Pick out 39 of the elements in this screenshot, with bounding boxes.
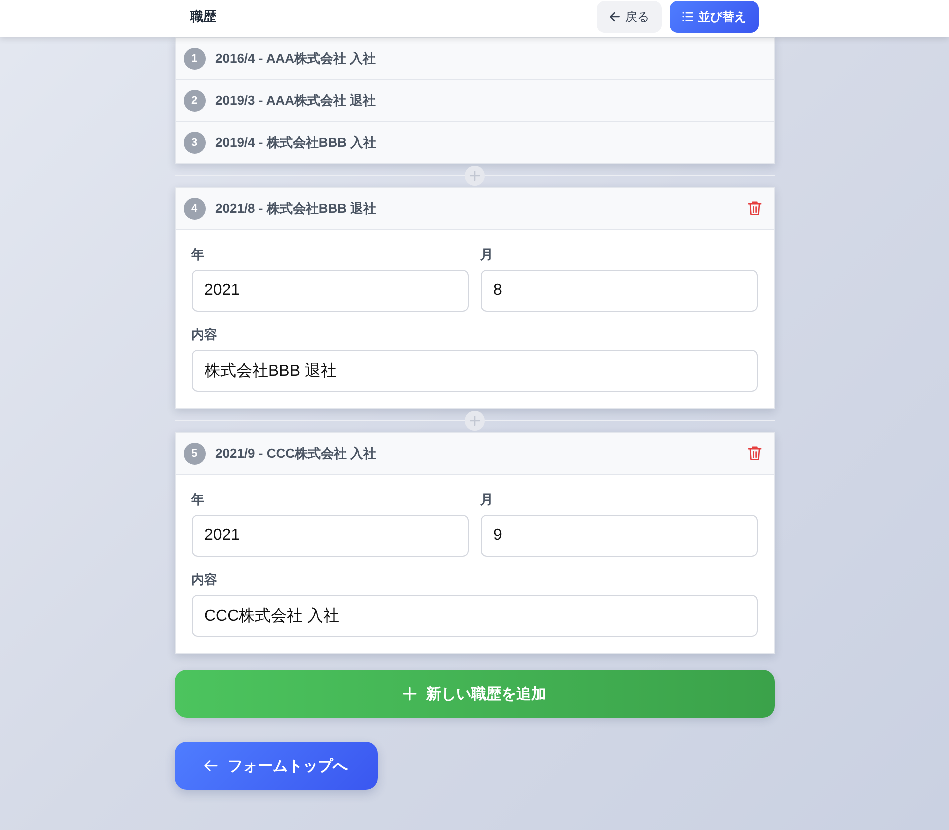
plus-icon xyxy=(402,687,416,701)
arrow-left-icon xyxy=(608,11,620,23)
field-label: 月 xyxy=(480,246,494,264)
form-top-button[interactable]: フォームトップへ xyxy=(174,742,378,790)
entry-header[interactable]: 3 2019/4 - 株式会社BBB 入社 xyxy=(176,122,774,163)
sort-button[interactable]: 並び替え xyxy=(670,1,758,33)
entry-header[interactable]: 1 2016/4 - AAA株式会社 入社 xyxy=(176,38,774,80)
field-label: 年 xyxy=(192,246,204,264)
entry-header[interactable]: 5 2021/9 - CCC株式会社 入社 xyxy=(176,433,774,475)
input-field[interactable]: 8 xyxy=(480,270,758,312)
number-badge: 3 xyxy=(184,132,206,154)
plus-icon xyxy=(470,170,480,180)
input-field[interactable]: 株式会社BBB 退社 xyxy=(192,350,758,392)
field-label: 内容 xyxy=(192,571,218,589)
entry-title: 2019/4 - 株式会社BBB 入社 xyxy=(216,134,378,152)
list-icon xyxy=(682,11,694,23)
input-field[interactable]: 9 xyxy=(480,515,758,557)
input-field[interactable]: CCC株式会社 入社 xyxy=(192,595,758,637)
trash-icon[interactable] xyxy=(748,201,762,216)
number-badge: 5 xyxy=(184,442,206,464)
back-button[interactable]: 戻る xyxy=(596,1,662,33)
entry-title: 2016/4 - AAA株式会社 入社 xyxy=(216,50,378,68)
entry-header[interactable]: 4 2021/8 - 株式会社BBB 退社 xyxy=(176,188,774,230)
field-label: 内容 xyxy=(192,326,218,344)
input-field[interactable]: 2021 xyxy=(192,515,468,557)
entry-title: 2021/9 - CCC株式会社 入社 xyxy=(216,444,378,462)
number-badge: 4 xyxy=(184,198,206,220)
field-label: 年 xyxy=(192,491,204,509)
number-badge: 2 xyxy=(184,90,206,112)
number-badge: 1 xyxy=(184,48,206,70)
plus-icon xyxy=(470,416,480,426)
arrow-left-icon xyxy=(204,759,218,773)
page-title: 職歴 xyxy=(190,8,216,26)
input-field[interactable]: 2021 xyxy=(192,270,468,312)
entry-title: 2019/3 - AAA株式会社 退社 xyxy=(216,92,378,110)
entry-header[interactable]: 2 2019/3 - AAA株式会社 退社 xyxy=(176,80,774,122)
field-label: 月 xyxy=(480,491,494,509)
trash-icon[interactable] xyxy=(748,446,762,461)
entry-title: 2021/8 - 株式会社BBB 退社 xyxy=(216,200,378,218)
